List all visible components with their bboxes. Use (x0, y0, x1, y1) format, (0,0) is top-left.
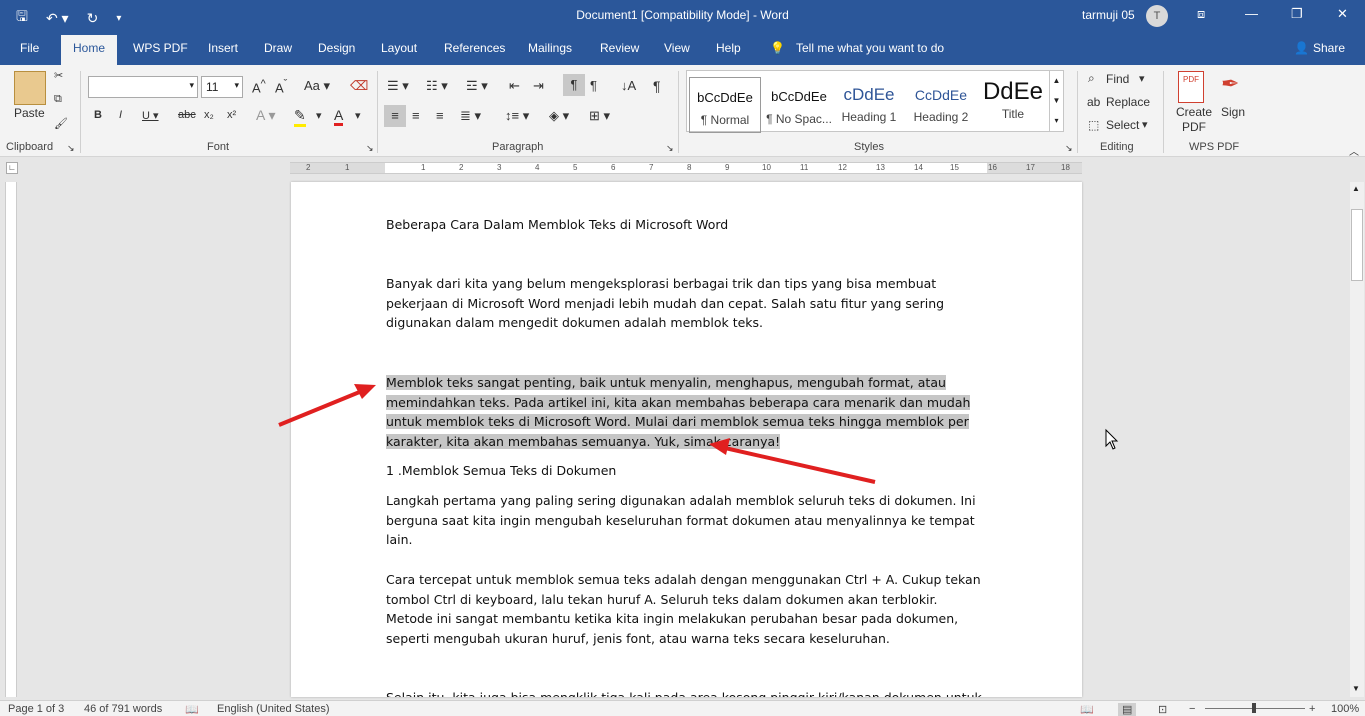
zoom-in-icon[interactable]: + (1309, 703, 1315, 715)
arrow-icon (278, 384, 376, 427)
zoom-slider-thumb[interactable] (1252, 703, 1256, 713)
word-count[interactable]: 46 of 791 words (84, 703, 162, 715)
arrow-icon (709, 438, 876, 484)
page-count[interactable]: Page 1 of 3 (8, 703, 64, 715)
zoom-level[interactable]: 100% (1331, 703, 1359, 715)
mouse-cursor-icon (1105, 428, 1119, 450)
scroll-up-icon[interactable]: ▲ (1352, 184, 1360, 193)
language-status[interactable]: English (United States) (217, 703, 330, 715)
scroll-thumb[interactable] (1351, 209, 1363, 281)
print-layout-icon[interactable]: ▤ (1118, 703, 1137, 716)
vertical-scrollbar[interactable]: ▲ ▼ (1350, 182, 1364, 697)
annotation-overlay (278, 384, 1119, 484)
read-mode-icon[interactable]: 📖 (1080, 703, 1094, 716)
scroll-down-icon[interactable]: ▼ (1352, 684, 1360, 693)
status-bar: Page 1 of 3 46 of 791 words 📖 English (U… (0, 700, 1365, 716)
web-layout-icon[interactable]: ⊡ (1158, 703, 1167, 716)
zoom-out-icon[interactable]: − (1189, 703, 1195, 715)
proofing-icon[interactable]: 📖 (185, 703, 199, 716)
